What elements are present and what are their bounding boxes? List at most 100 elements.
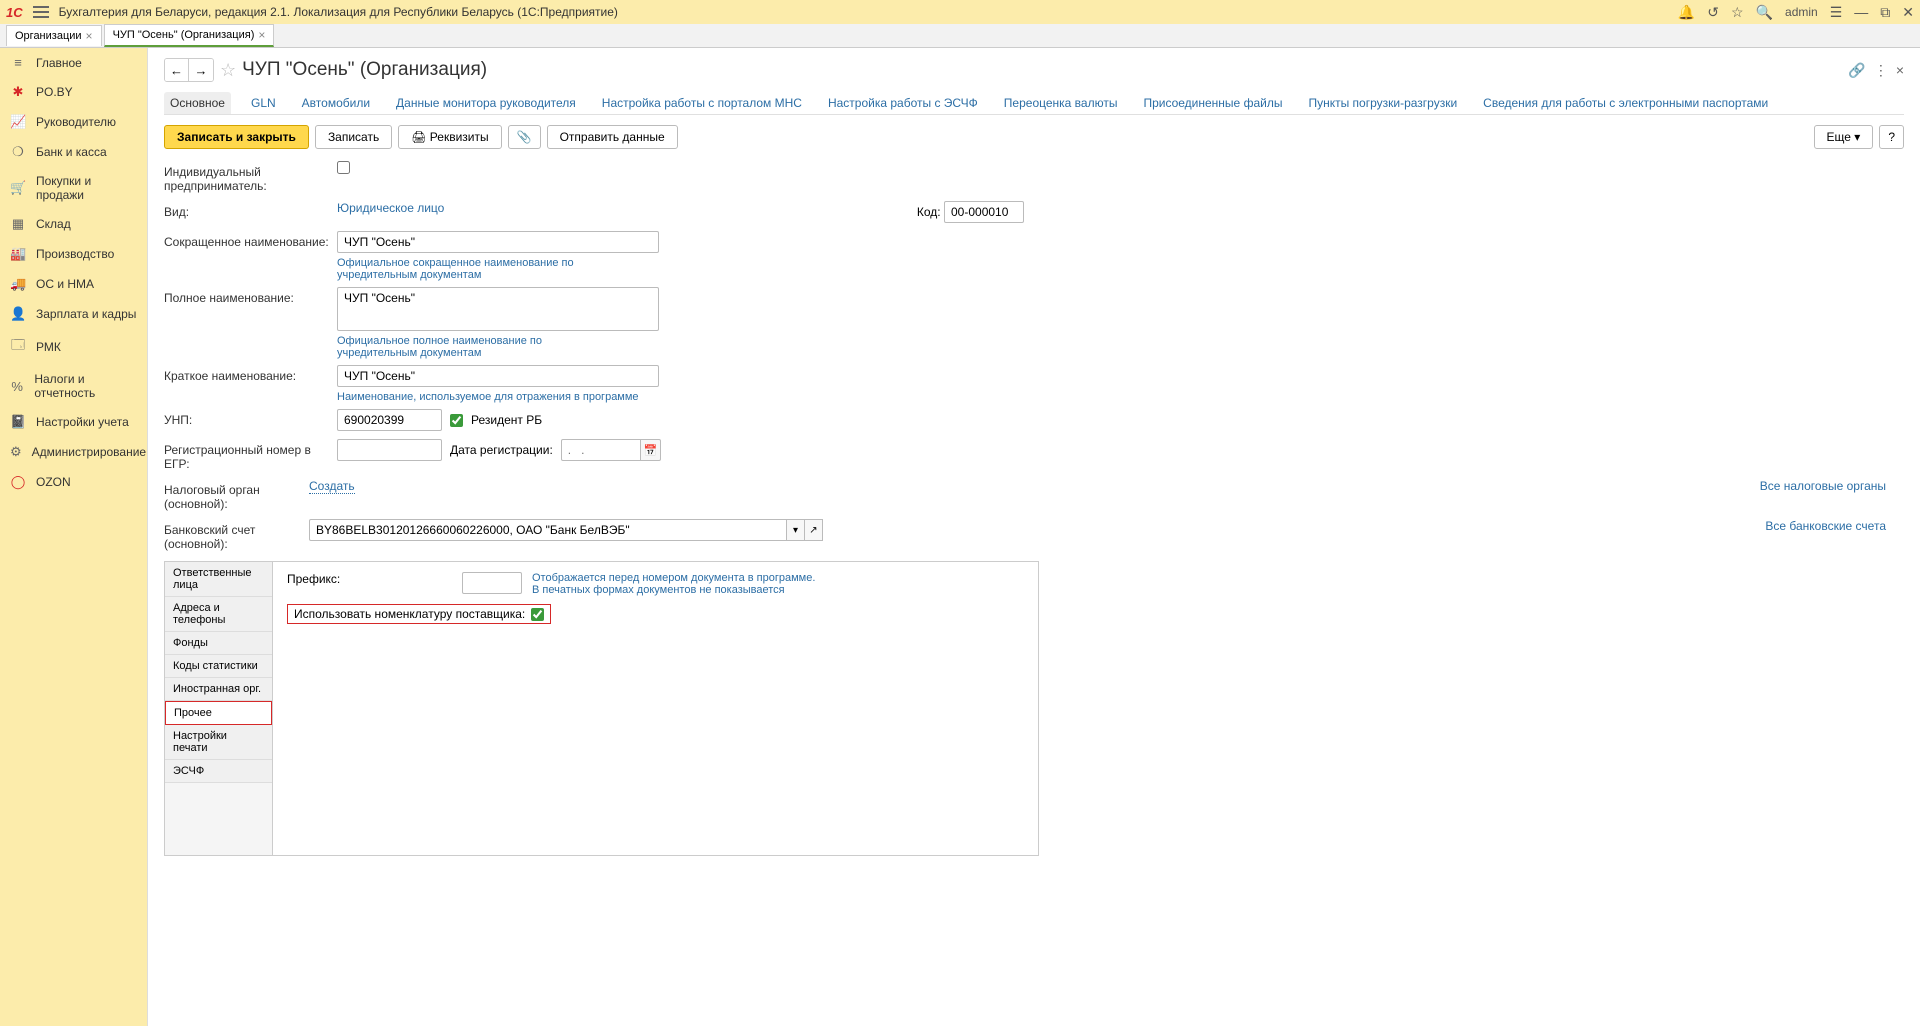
titlebar-actions: 🔔 ↺ ☆ 🔍 admin ☰ — ⧉ ✕ [1678,4,1914,21]
forward-button[interactable]: → [189,59,213,81]
vtab-foreign[interactable]: Иностранная орг. [165,678,272,701]
full-name-textarea[interactable]: ЧУП "Осень" [337,287,659,331]
save-close-button[interactable]: Записать и закрыть [164,125,309,149]
tax-label: Налоговый орган (основной): [164,479,309,511]
reg-date-input[interactable] [561,439,641,461]
attach-button[interactable]: 📎 [508,125,541,149]
bell-icon[interactable]: 🔔 [1678,4,1695,21]
nav-buttons: ← → [164,58,214,82]
section-tab-main[interactable]: Основное [164,92,231,114]
egr-input[interactable] [337,439,442,461]
resident-label: Резидент РБ [471,413,542,427]
logo-1c: 1C [6,5,23,20]
bank-label: Банковский счет (основной): [164,519,309,551]
resident-checkbox[interactable] [450,414,463,427]
bank-all-link[interactable]: Все банковские счета [1765,519,1886,533]
tax-create-link[interactable]: Создать [309,479,355,494]
window-icon: 🗔 [10,336,26,358]
close-panel-icon[interactable]: × [1896,62,1904,78]
help-button[interactable]: ? [1879,125,1904,149]
section-tab-epassport[interactable]: Сведения для работы с электронными паспо… [1477,92,1774,114]
btn-label: Реквизиты [430,130,489,144]
dropdown-icon[interactable]: ▾ [787,519,805,541]
content: ← → ☆ ЧУП "Осень" (Организация) 🔗 ⋮ × Ос… [148,48,1920,1026]
burger-icon[interactable] [33,6,49,18]
unp-input[interactable] [337,409,442,431]
prefix-input[interactable] [462,572,522,594]
close-icon[interactable]: ✕ [1902,4,1914,21]
vtab-other[interactable]: Прочее [165,701,272,725]
minimize-icon[interactable]: — [1854,4,1868,20]
sidebar-item-admin[interactable]: ⚙Администрирование [0,437,147,467]
sidebar-label: OZON [36,475,71,489]
reg-date-label: Дата регистрации: [450,443,553,457]
full-name-label: Полное наименование: [164,287,337,305]
bank-input[interactable] [309,519,787,541]
kod-input[interactable] [944,201,1024,223]
section-tab-eschf[interactable]: Настройка работы с ЭСЧФ [822,92,984,114]
search-icon[interactable]: 🔍 [1756,4,1773,21]
short-name-input[interactable] [337,231,659,253]
sidebar-item-assets[interactable]: 🚚ОС и НМА [0,269,147,299]
vtab-stats[interactable]: Коды статистики [165,655,272,678]
vtab-responsibles[interactable]: Ответственные лица [165,562,272,597]
sidebar-item-hr[interactable]: 👤Зарплата и кадры [0,299,147,329]
section-tab-gln[interactable]: GLN [245,92,282,114]
save-button[interactable]: Записать [315,125,392,149]
vtab-addresses[interactable]: Адреса и телефоны [165,597,272,632]
close-icon[interactable]: × [86,29,93,43]
section-tab-currency[interactable]: Переоценка валюты [998,92,1124,114]
calendar-icon[interactable]: 📅 [641,439,661,461]
sidebar-label: Главное [36,56,82,70]
sidebar-label: Руководителю [36,115,116,129]
kebab-icon[interactable]: ⋮ [1874,62,1888,79]
tabs-bar: Организации × ЧУП "Осень" (Организация) … [0,24,1920,48]
use-nomenclature-checkbox[interactable] [531,608,544,621]
app-title: Бухгалтерия для Беларуси, редакция 2.1. … [59,5,1668,19]
sidebar-item-bank[interactable]: ❍Банк и касса [0,137,147,167]
back-button[interactable]: ← [165,59,189,81]
tab-label: Организации [15,30,82,42]
star-icon[interactable]: ☆ [1731,4,1744,21]
section-tab-points[interactable]: Пункты погрузки-разгрузки [1302,92,1463,114]
favorite-star-icon[interactable]: ☆ [220,60,236,81]
section-tab-monitor[interactable]: Данные монитора руководителя [390,92,582,114]
link-icon[interactable]: 🔗 [1848,62,1865,79]
history-icon[interactable]: ↺ [1707,4,1719,21]
egr-label: Регистрационный номер в ЕГР: [164,439,337,471]
user-label[interactable]: admin [1785,5,1818,19]
truck-icon: 🚚 [10,276,26,292]
sidebar-item-ozon[interactable]: ◯OZON [0,467,147,497]
sidebar-label: Склад [36,217,71,231]
open-icon[interactable]: ↗ [805,519,823,541]
sidebar-item-warehouse[interactable]: ▦Склад [0,209,147,239]
sidebar-item-tax[interactable]: %Налоги и отчетность [0,365,147,407]
vid-value[interactable]: Юридическое лицо [337,201,444,215]
maximize-icon[interactable]: ⧉ [1880,4,1890,21]
close-icon[interactable]: × [258,28,265,42]
send-data-button[interactable]: Отправить данные [547,125,678,149]
tab-organization-current[interactable]: ЧУП "Осень" (Организация) × [104,24,275,47]
section-tab-auto[interactable]: Автомобили [296,92,376,114]
vtab-print[interactable]: Настройки печати [165,725,272,760]
tab-organizations[interactable]: Организации × [6,25,102,46]
section-tab-mns[interactable]: Настройка работы с порталом МНС [596,92,808,114]
more-button[interactable]: Еще ▾ [1814,125,1874,149]
settings-icon[interactable]: ☰ [1830,4,1843,21]
vtab-funds[interactable]: Фонды [165,632,272,655]
sidebar-item-settings[interactable]: 📓Настройки учета [0,407,147,437]
sidebar-label: PO.BY [36,85,73,99]
sidebar-item-manager[interactable]: 📈Руководителю [0,107,147,137]
brief-name-input[interactable] [337,365,659,387]
sidebar-item-rmk[interactable]: 🗔РМК [0,329,147,365]
tax-all-link[interactable]: Все налоговые органы [1760,479,1886,493]
requisites-button[interactable]: 🖨 Реквизиты [398,125,501,149]
vtab-eschf[interactable]: ЭСЧФ [165,760,272,783]
brief-name-hint: Наименование, используемое для отражения… [337,391,1904,403]
sidebar-item-trade[interactable]: 🛒Покупки и продажи [0,167,147,209]
sidebar-item-production[interactable]: 🏭Производство [0,239,147,269]
section-tab-files[interactable]: Присоединенные файлы [1137,92,1288,114]
sidebar-item-poby[interactable]: ✱PO.BY [0,77,147,107]
sidebar-item-main[interactable]: ≡Главное [0,48,147,77]
ip-checkbox[interactable] [337,161,350,174]
